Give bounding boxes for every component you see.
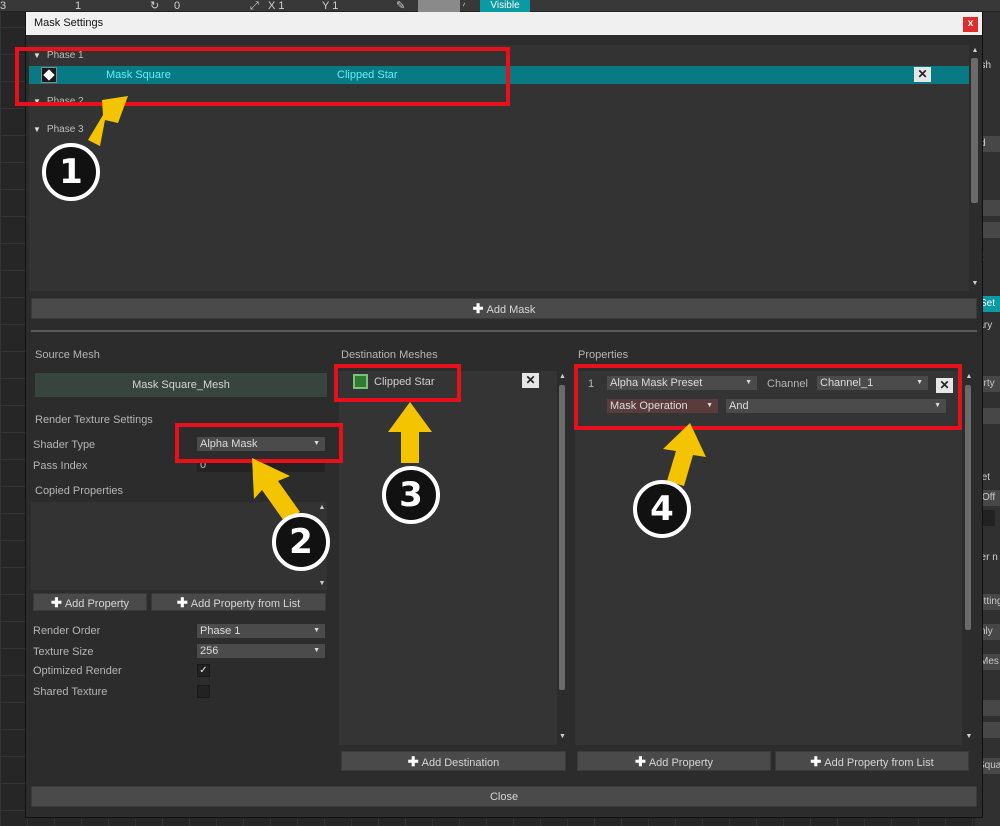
step-badge-4: 4: [633, 480, 691, 538]
annotation-arrows: [88, 96, 706, 521]
step-badge-2: 2: [272, 513, 330, 571]
step-badge-1: 1: [42, 143, 100, 201]
arrow-icon: [388, 402, 432, 463]
arrow-icon: [88, 96, 128, 146]
arrow-icon: [663, 423, 706, 486]
arrow-icon: [252, 458, 300, 521]
step-badge-3: 3: [382, 466, 440, 524]
